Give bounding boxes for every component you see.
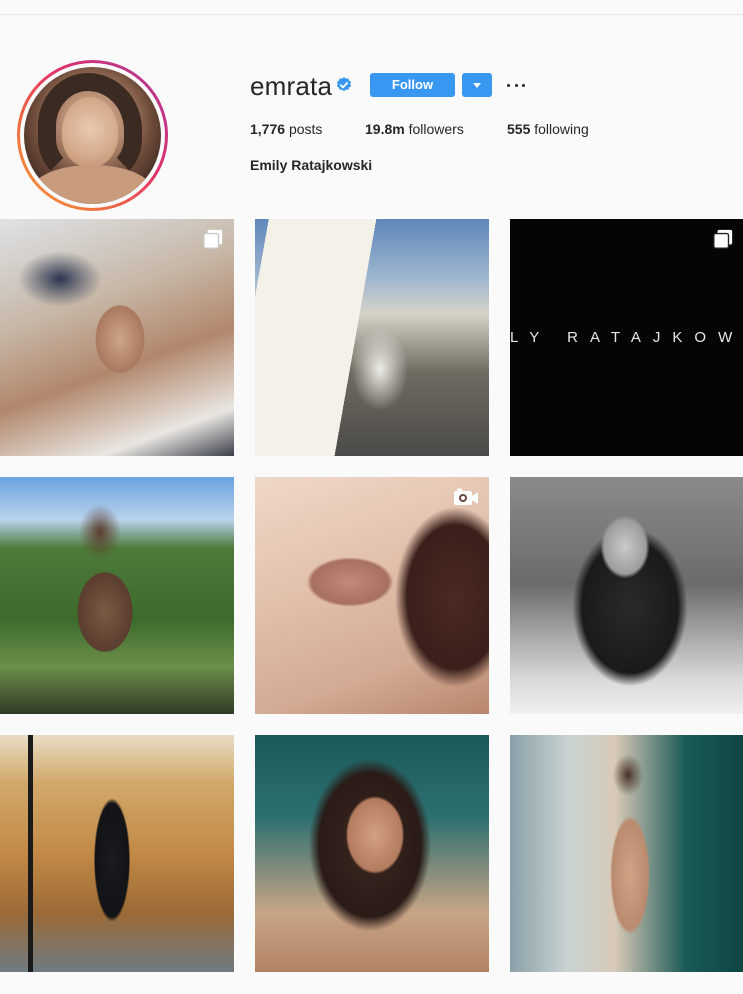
posts-count: 1,776 xyxy=(250,121,286,137)
post-tile[interactable] xyxy=(255,219,489,456)
post-tile[interactable] xyxy=(255,477,489,714)
more-dot xyxy=(507,83,510,87)
following-label: following xyxy=(534,121,589,137)
post-tile[interactable]: LY RATAJKOW xyxy=(510,219,743,456)
posts-stat: 1,776 posts xyxy=(250,121,322,137)
carousel-icon xyxy=(713,229,733,249)
more-dot xyxy=(514,83,518,87)
following-count: 555 xyxy=(507,121,531,137)
post-tile[interactable] xyxy=(0,219,234,456)
suggested-accounts-dropdown[interactable] xyxy=(462,73,492,97)
followers-count: 19.8m xyxy=(365,121,405,137)
post-tile[interactable] xyxy=(0,477,234,714)
verified-badge-icon xyxy=(336,77,352,92)
avatar-face-shape xyxy=(62,97,118,167)
chevron-down-icon xyxy=(473,82,481,88)
top-divider xyxy=(0,14,743,15)
follow-button[interactable]: Follow xyxy=(370,73,455,97)
post-overlay-text: LY RATAJKOW xyxy=(510,329,743,346)
avatar-photo xyxy=(24,67,161,204)
profile-full-name: Emily Ratajkowski xyxy=(250,157,373,173)
profile-username: emrata xyxy=(250,71,333,101)
avatar-border xyxy=(20,63,165,208)
post-tile[interactable] xyxy=(255,735,489,972)
following-stat[interactable]: 555 following xyxy=(507,121,589,137)
more-options-icon[interactable] xyxy=(507,76,525,94)
followers-stat[interactable]: 19.8m followers xyxy=(365,121,464,137)
profile-avatar[interactable] xyxy=(17,60,168,211)
post-tile[interactable] xyxy=(510,477,743,714)
post-tile[interactable] xyxy=(510,735,743,972)
carousel-icon xyxy=(203,229,223,249)
video-camera-icon xyxy=(454,488,478,505)
avatar-shoulders-shape xyxy=(32,165,152,204)
post-tile[interactable] xyxy=(0,735,234,972)
posts-label: posts xyxy=(288,121,323,137)
more-dot xyxy=(522,83,525,87)
followers-label: followers xyxy=(408,121,464,137)
